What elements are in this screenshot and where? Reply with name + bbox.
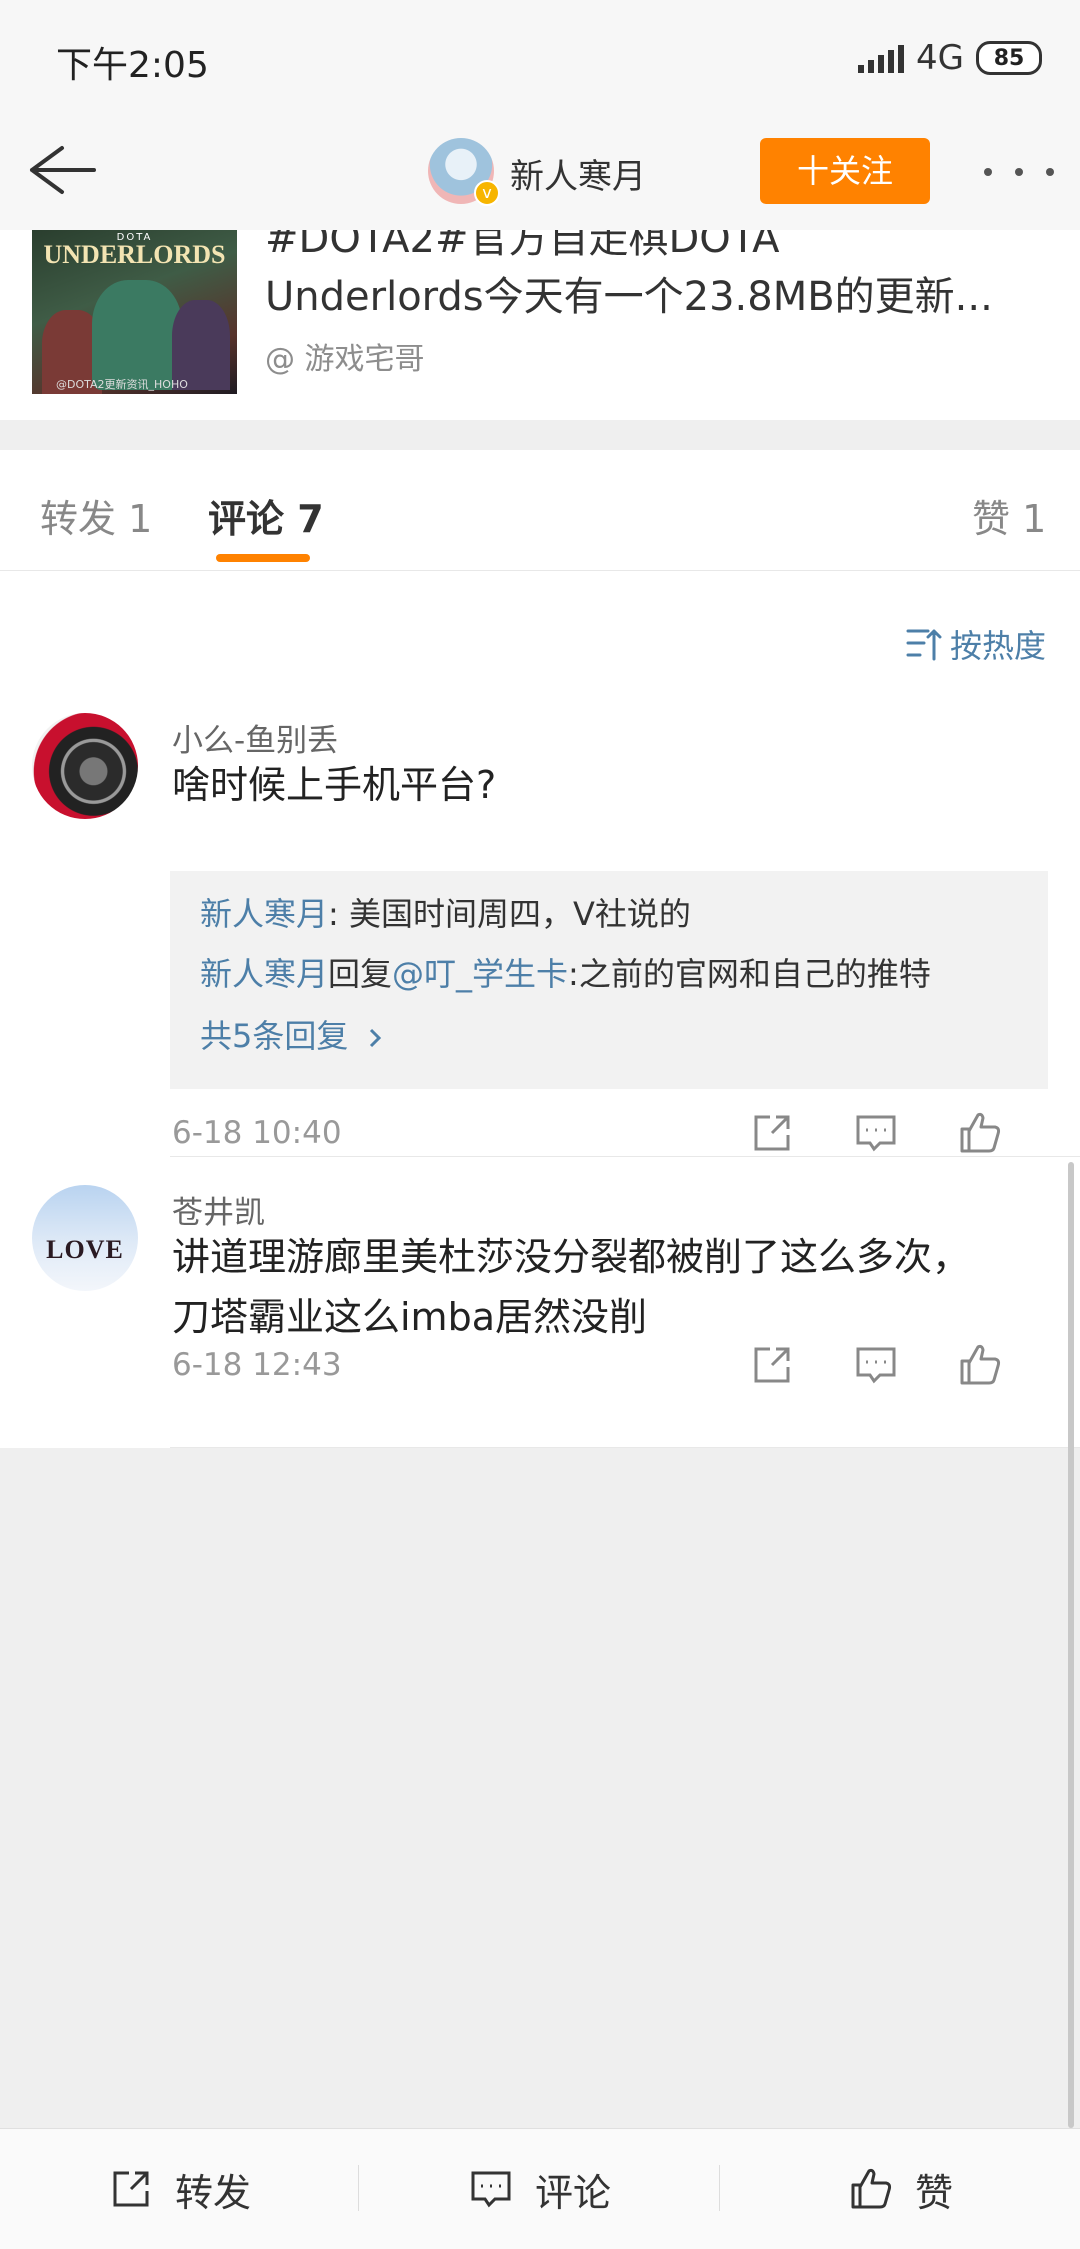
sort-icon	[906, 629, 942, 661]
card-text-line: #DOTA2#官方自走棋DOTA	[265, 230, 780, 262]
repost-label: 转发	[174, 2170, 251, 2215]
status-bar: 下午2:05 4G 85	[0, 0, 1080, 116]
comment-icon	[471, 2171, 511, 2208]
card-text-line: Underlords今天有一个23.8MB的更新...	[265, 274, 993, 320]
divider	[170, 1156, 1080, 1157]
reply-item: 新人寒月回复@叮_学生卡:之前的官网和自己的推特	[200, 949, 931, 995]
thumbnail-watermark: @DOTA2更新资讯_HOHO	[56, 378, 188, 391]
avatar-text: LOVE	[46, 1235, 124, 1264]
comment-list: 按热度 小么-鱼别丢 啥时候上手机平台? 新人寒月: 美国时间周四，V社说的 新…	[0, 571, 1080, 1448]
more-replies-link[interactable]: 共5条回复	[200, 1011, 385, 1057]
bottom-action-bar: 转发 评论 赞	[0, 2128, 1080, 2249]
card-thumbnail: DOTA UNDERLORDS @DOTA2更新资讯_HOHO	[32, 230, 237, 394]
verified-badge-icon: v	[474, 180, 500, 206]
like-button[interactable]: 赞	[720, 2129, 1080, 2249]
thumbnail-figure	[92, 280, 182, 390]
like-icon[interactable]	[956, 1109, 1004, 1157]
scrollbar[interactable]	[1068, 1162, 1074, 2128]
replies-box[interactable]: 新人寒月: 美国时间周四，V社说的 新人寒月回复@叮_学生卡:之前的官网和自己的…	[170, 871, 1048, 1089]
commenter-avatar[interactable]: LOVE	[32, 1185, 138, 1291]
active-tab-indicator	[216, 554, 310, 562]
like-label: 赞	[914, 2170, 953, 2215]
comment-text-line: 讲道理游廊里美杜莎没分裂都被削了这么多次，	[172, 1235, 971, 1279]
sort-by-hot-button[interactable]: 按热度	[906, 621, 1046, 667]
comment-actions	[748, 1109, 1048, 1159]
reposted-weibo-card[interactable]: DOTA UNDERLORDS @DOTA2更新资讯_HOHO #DOTA2#官…	[0, 230, 1080, 420]
commenter-name[interactable]: 小么-鱼别丢	[172, 715, 338, 760]
comment-time: 6-18 12:43	[172, 1347, 342, 1383]
card-source[interactable]: @ 游戏宅哥	[265, 334, 425, 378]
signal-icon	[858, 43, 905, 73]
dot-icon	[1015, 168, 1023, 176]
reply-mention[interactable]: @叮_学生卡	[392, 955, 568, 993]
comment-icon[interactable]	[852, 1109, 900, 1157]
repost-icon	[113, 2171, 149, 2207]
reply-author[interactable]: 新人寒月	[200, 955, 328, 993]
back-arrow-icon	[30, 146, 96, 194]
reply-item: 新人寒月: 美国时间周四，V社说的	[200, 889, 691, 935]
repost-icon[interactable]	[748, 1109, 796, 1157]
repost-icon[interactable]	[748, 1341, 796, 1389]
tab-comments[interactable]: 评论 7	[208, 488, 324, 543]
dot-icon	[984, 168, 992, 176]
comment-time: 6-18 10:40	[172, 1115, 342, 1151]
status-time: 下午2:05	[56, 45, 209, 86]
chevron-right-icon	[369, 1028, 381, 1048]
nav-bar: v 新人寒月 十关注	[0, 116, 1080, 231]
reply-text: : 美国时间周四，V社说的	[328, 895, 691, 933]
tab-bar: 转发 1 评论 7 赞 1	[0, 450, 1080, 571]
comment-actions	[748, 1341, 1048, 1391]
battery-icon: 85	[976, 41, 1042, 75]
back-button[interactable]	[22, 140, 102, 200]
divider	[170, 1447, 1080, 1448]
comment-text: 啥时候上手机平台?	[172, 763, 497, 807]
commenter-avatar[interactable]	[32, 713, 138, 819]
reply-text: :之前的官网和自己的推特	[568, 955, 931, 993]
user-name[interactable]: 新人寒月	[510, 149, 646, 198]
comment-label: 评论	[534, 2170, 611, 2215]
comment-text: 讲道理游廊里美杜莎没分裂都被削了这么多次， 刀塔霸业这么imba居然没削	[172, 1227, 1052, 1347]
comment-text-line: 刀塔霸业这么imba居然没削	[172, 1295, 647, 1339]
like-icon[interactable]	[956, 1341, 1004, 1389]
tab-reposts[interactable]: 转发 1	[40, 488, 152, 543]
tab-likes[interactable]: 赞 1	[972, 488, 1046, 543]
more-options-button[interactable]	[984, 152, 1054, 192]
reply-author[interactable]: 新人寒月	[200, 895, 328, 933]
status-indicators: 4G 85	[858, 36, 1042, 80]
comment-icon[interactable]	[852, 1341, 900, 1389]
reply-word: 回复	[328, 955, 393, 993]
comment-button[interactable]: 评论	[359, 2129, 719, 2249]
sort-label: 按热度	[949, 627, 1046, 665]
network-type: 4G	[916, 38, 964, 78]
commenter-name[interactable]: 苍井凯	[172, 1187, 265, 1232]
like-icon	[851, 2168, 892, 2209]
more-replies-label: 共5条回复	[200, 1017, 349, 1055]
thumbnail-title: UNDERLORDS	[43, 240, 226, 269]
dot-icon	[1046, 168, 1054, 176]
follow-button[interactable]: 十关注	[760, 138, 930, 204]
repost-button[interactable]: 转发	[0, 2129, 358, 2249]
